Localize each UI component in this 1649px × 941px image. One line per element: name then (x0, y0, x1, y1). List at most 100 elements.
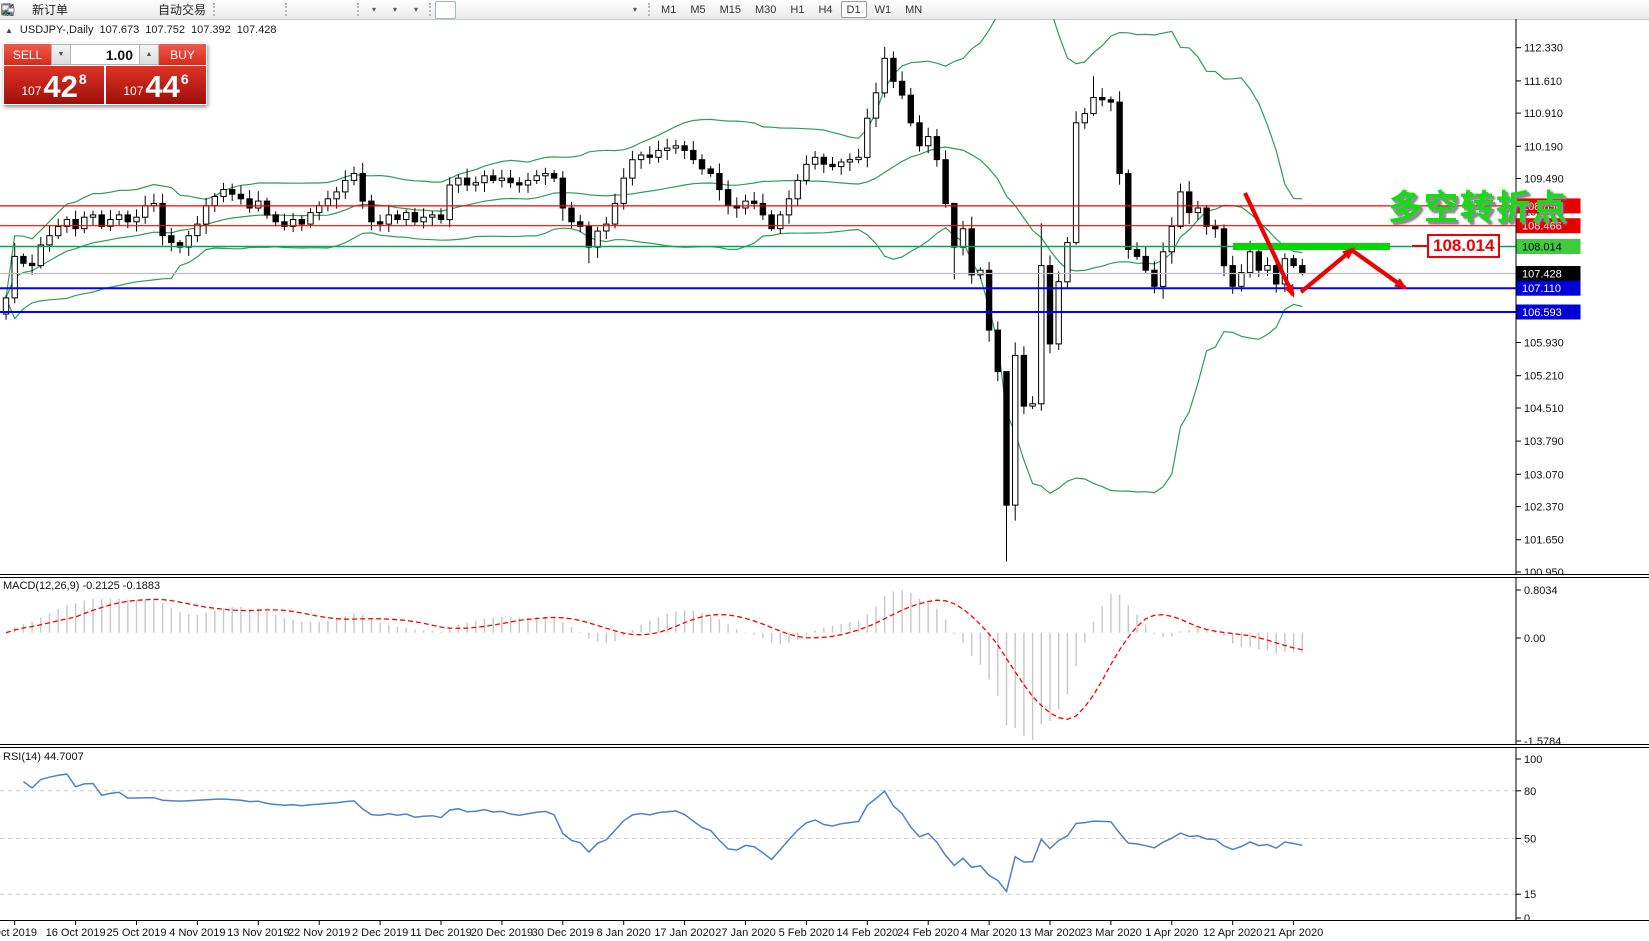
equidistant-channel-button[interactable]: E (540, 1, 561, 19)
candle-body (986, 270, 991, 330)
candle-body (99, 215, 104, 227)
market-watch-button[interactable] (72, 1, 93, 19)
support-zone-bar[interactable] (1233, 243, 1390, 250)
candle-body (386, 215, 391, 224)
sell-button[interactable]: SELL (4, 44, 51, 65)
date-label: Oct 2019 (0, 927, 37, 939)
autotrade-button[interactable] (135, 1, 156, 19)
candle-body (830, 164, 835, 166)
horizontal-line-button[interactable] (498, 1, 519, 19)
candle-body (438, 215, 443, 220)
volume-decrease-button[interactable]: ▼ (51, 44, 71, 65)
tile-windows-button[interactable] (333, 1, 354, 19)
candle-body (82, 217, 87, 229)
pane-separator[interactable] (0, 744, 1649, 748)
date-label: 4 Nov 2019 (169, 927, 225, 939)
timeframe-button-M15[interactable]: M15 (714, 1, 747, 18)
trendline-button[interactable] (519, 1, 540, 19)
crosshair-button[interactable] (456, 1, 477, 19)
time-axis[interactable]: Oct 201916 Oct 201925 Oct 20194 Nov 2019… (0, 921, 1649, 941)
sell-price-big: 42 (43, 73, 77, 101)
one-click-collapse-icon[interactable]: ▲ (5, 26, 13, 35)
date-label: 4 Mar 2020 (961, 927, 1017, 939)
timeframe-button-M30[interactable]: M30 (749, 1, 782, 18)
search-button[interactable] (1601, 1, 1622, 19)
rsi-tick-label: 50 (1524, 834, 1536, 846)
main-chart-pane[interactable]: 112.330111.610110.910110.190109.490108.7… (0, 19, 1649, 574)
pane-separator[interactable] (0, 574, 1649, 578)
new-order-label[interactable]: 新订单 (32, 1, 68, 18)
rsi-tick-label: 80 (1524, 786, 1536, 798)
candle-body (360, 174, 365, 202)
date-label: 17 Jan 2020 (654, 927, 715, 939)
macd-pane[interactable]: 0.80340.00-1.5784 (0, 578, 1649, 744)
candlestick-chart-button[interactable] (240, 1, 261, 19)
candle-body (21, 256, 26, 263)
candle-body (134, 217, 139, 222)
candle-body (430, 215, 435, 217)
timeframe-button-W1[interactable]: W1 (869, 1, 898, 18)
turning-point-annotation[interactable]: 多空转折点 (1388, 180, 1568, 229)
buy-button[interactable]: BUY (159, 44, 206, 65)
candle-body (682, 146, 687, 151)
candle-body (1030, 404, 1035, 406)
timeframe-button-M5[interactable]: M5 (684, 1, 711, 18)
candle-body (569, 208, 574, 222)
buy-price-box[interactable]: 107 44 6 (106, 66, 206, 104)
text-label-button[interactable]: T (603, 1, 624, 19)
templates-dropdown[interactable]: ▾ (405, 1, 426, 19)
candle-body (308, 213, 313, 225)
zoom-out-button[interactable] (312, 1, 333, 19)
timeframe-button-M1[interactable]: M1 (655, 1, 682, 18)
candle-body (1004, 372, 1009, 506)
data-window-button[interactable] (93, 1, 114, 19)
dropdown-arrow-icon: ▾ (393, 5, 397, 14)
bar-chart-button[interactable] (219, 1, 240, 19)
date-label: 13 Nov 2019 (227, 927, 289, 939)
timeframe-button-D1[interactable]: D1 (841, 1, 867, 18)
candle-body (377, 222, 382, 224)
line-chart-button[interactable] (261, 1, 282, 19)
timeframe-button-H1[interactable]: H1 (784, 1, 810, 18)
zoom-in-button[interactable] (291, 1, 312, 19)
volume-increase-button[interactable]: ▲ (139, 44, 159, 65)
candle-body (1195, 208, 1200, 213)
date-label: 8 Jan 2020 (596, 927, 650, 939)
fibonacci-button[interactable]: F (561, 1, 582, 19)
periods-dropdown[interactable]: ▾ (384, 1, 405, 19)
rsi-pane[interactable]: 1008050150 (0, 748, 1649, 920)
sell-price-box[interactable]: 107 42 8 (4, 66, 106, 104)
autotrade-label[interactable]: 自动交易 (158, 1, 206, 18)
trend-arrow[interactable] (1301, 249, 1353, 292)
chat-button[interactable] (1622, 1, 1643, 19)
candle-body (821, 157, 826, 164)
price-badge-label: 106.593 (1522, 307, 1562, 319)
price-tag-annotation[interactable]: 108.014 (1427, 234, 1500, 258)
ohlc-open: 107.673 (99, 24, 139, 36)
candle-body (334, 192, 339, 199)
volume-input[interactable] (71, 44, 139, 65)
vertical-line-button[interactable] (477, 1, 498, 19)
candle-body (926, 137, 931, 146)
candle-body (221, 190, 226, 197)
text-button[interactable]: A (582, 1, 603, 19)
candle-body (1039, 266, 1044, 404)
candle-body (760, 203, 765, 215)
new-chart-dropdown[interactable]: ▾ (363, 1, 384, 19)
candle-body (1082, 114, 1087, 123)
candle-body (1221, 229, 1226, 266)
candle-body (1300, 266, 1305, 274)
macd-signal-line (6, 599, 1302, 719)
signals-button[interactable] (114, 1, 135, 19)
timeframe-button-H4[interactable]: H4 (812, 1, 838, 18)
candle-body (525, 180, 530, 185)
candle-body (1274, 266, 1279, 284)
timeframe-button-MN[interactable]: MN (899, 1, 928, 18)
trend-arrow[interactable] (1353, 251, 1405, 288)
cursor-button[interactable] (435, 1, 456, 19)
candle-body (795, 180, 800, 198)
chart-header: ▲ USDJPY-,Daily 107.673 107.752 107.392 … (5, 24, 277, 36)
arrows-dropdown[interactable]: ▾ (624, 1, 645, 19)
candle-body (586, 227, 591, 248)
candle-body (343, 180, 348, 192)
